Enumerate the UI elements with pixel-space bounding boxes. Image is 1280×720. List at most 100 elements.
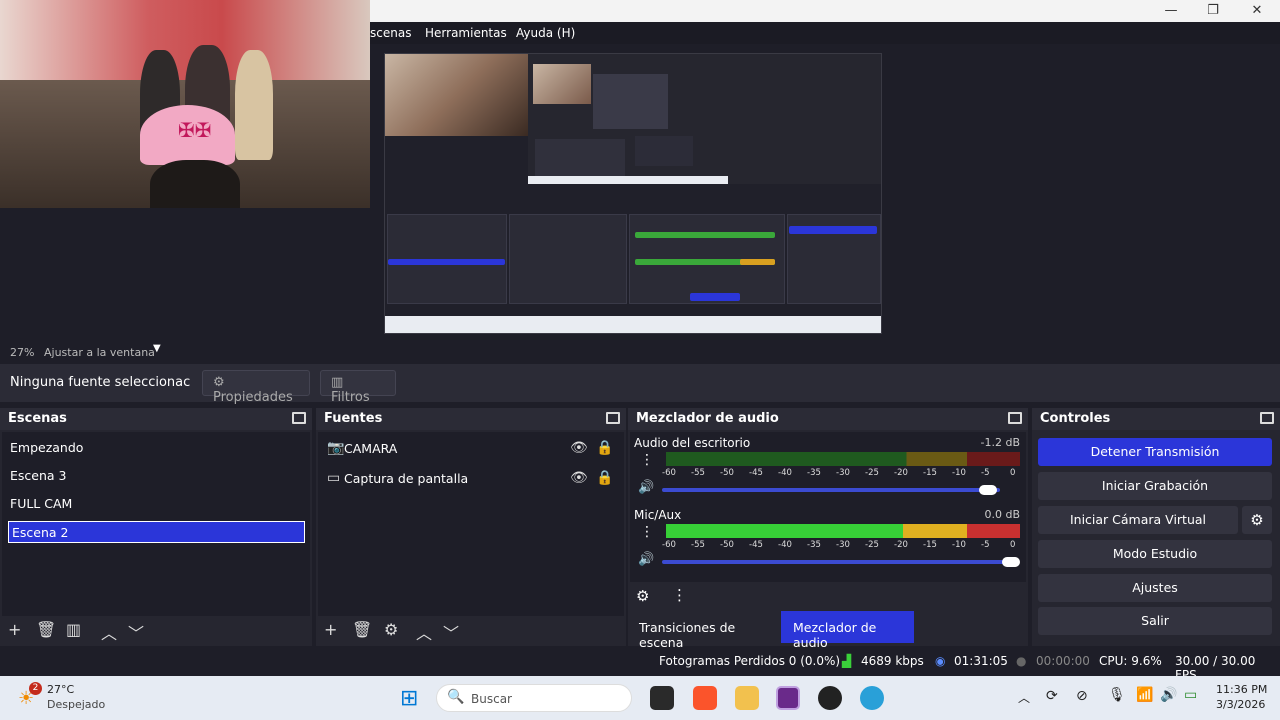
add-icon[interactable]: + <box>8 620 21 639</box>
chevron-down-icon[interactable]: ﹀ <box>443 620 459 644</box>
start-virtual-camera-button[interactable]: Iniciar Cámara Virtual <box>1038 506 1238 534</box>
channel-name: Audio del escritorio <box>634 436 751 450</box>
no-source-label: Ninguna fuente seleccionac <box>10 375 191 390</box>
record-icon: ● <box>1016 654 1027 668</box>
kebab-menu-icon[interactable]: ⋮ <box>672 586 687 604</box>
meter-tick-label: -55 <box>691 540 705 550</box>
meter-ticks: -60 -55 -50 -45 -40 -35 -30 -25 -20 -15 -10 -5 0 <box>662 540 1022 552</box>
sources-header: Fuentes <box>316 408 626 430</box>
meter-tick-label: -45 <box>749 540 763 550</box>
filter-icon[interactable]: ▥ <box>66 620 81 639</box>
eye-icon[interactable]: 👁 <box>570 440 588 456</box>
close-button[interactable]: ✕ <box>1242 2 1272 20</box>
meter-tick-label: -10 <box>952 540 966 550</box>
volume-icon[interactable]: 🔊 <box>1160 687 1177 703</box>
meter-tick-label: -15 <box>923 540 937 550</box>
exit-button[interactable]: Salir <box>1038 607 1272 635</box>
clock-time[interactable]: 11:36 PM <box>1216 683 1267 696</box>
chevron-up-icon[interactable]: ︿ <box>1018 689 1030 706</box>
obs-icon[interactable] <box>776 686 800 710</box>
channel-name: Mic/Aux <box>634 508 682 522</box>
network-off-icon[interactable]: ⊘ <box>1076 688 1088 704</box>
windows-start-icon[interactable]: ⊞ <box>400 686 418 711</box>
menu-help[interactable]: Ayuda (H) <box>516 26 575 40</box>
scene-item-selected[interactable]: Escena 2 <box>8 521 305 543</box>
properties-button[interactable]: ⚙ Propiedades <box>202 370 310 405</box>
meter-tick-label: -5 <box>981 540 990 550</box>
volume-slider[interactable] <box>662 560 1018 564</box>
kebab-menu-icon[interactable]: ⋮ <box>640 524 654 540</box>
volume-slider[interactable] <box>662 488 1000 492</box>
kebab-menu-icon[interactable]: ⋮ <box>640 452 654 468</box>
wifi-icon[interactable]: 📶 <box>1136 687 1153 703</box>
tab-audio-mixer[interactable]: Mezclador de audio <box>781 611 914 650</box>
signal-icon: ▟ <box>842 654 852 668</box>
webcam-overlay: ✠✠ <box>0 0 370 208</box>
speaker-icon[interactable]: 🔊 <box>638 552 654 567</box>
menu-tools[interactable]: Herramientas <box>425 26 507 40</box>
zoom-mode[interactable]: Ajustar a la ventana <box>44 346 155 359</box>
clock-date[interactable]: 3/3/2026 <box>1216 698 1265 711</box>
chevron-down-icon[interactable]: ▼ <box>153 343 161 354</box>
minimize-button[interactable]: — <box>1156 2 1186 20</box>
telegram-icon[interactable] <box>860 686 884 710</box>
sync-icon[interactable]: ⟳ <box>1046 688 1058 704</box>
source-item[interactable]: 📷 CAMARA 👁 🔒 <box>324 440 620 460</box>
popout-icon[interactable] <box>292 412 306 424</box>
studio-mode-button[interactable]: Modo Estudio <box>1038 540 1272 568</box>
scene-item[interactable]: Empezando <box>10 440 83 455</box>
battery-icon[interactable]: ▭ <box>1184 687 1197 703</box>
gear-icon[interactable]: ⚙ <box>1242 506 1272 534</box>
scenes-title: Escenas <box>8 411 67 426</box>
microphone-icon[interactable]: 🎙 <box>1108 687 1126 703</box>
start-recording-button[interactable]: Iniciar Grabación <box>1038 472 1272 500</box>
chevron-up-icon[interactable]: ︿ <box>416 620 432 644</box>
folder-icon[interactable] <box>735 686 759 710</box>
meter-tick-label: -45 <box>749 468 763 478</box>
scene-item[interactable]: Escena 3 <box>10 468 66 483</box>
meter-tick-label: -60 <box>662 468 676 478</box>
meter-tick-label: -60 <box>662 540 676 550</box>
meter-tick-label: -50 <box>720 540 734 550</box>
meter-tick-label: -30 <box>836 468 850 478</box>
lock-icon[interactable]: 🔒 <box>596 470 613 486</box>
trash-icon[interactable]: 🗑 <box>36 620 56 639</box>
volume-knob[interactable] <box>1002 557 1020 567</box>
app-icon[interactable] <box>818 686 842 710</box>
settings-button[interactable]: Ajustes <box>1038 574 1272 602</box>
volume-knob[interactable] <box>979 485 997 495</box>
tab-transitions[interactable]: Transiciones de escena <box>630 611 780 650</box>
popout-icon[interactable] <box>1008 412 1022 424</box>
popout-icon[interactable] <box>1260 412 1274 424</box>
meter-tick-label: -30 <box>836 540 850 550</box>
source-item[interactable]: ▭ Captura de pantalla 👁 🔒 <box>324 470 620 490</box>
menu-scenes[interactable]: scenas <box>370 26 411 40</box>
gear-icon[interactable]: ⚙ <box>636 587 649 605</box>
program-preview[interactable] <box>384 53 882 334</box>
maximize-button[interactable]: ❐ <box>1198 2 1228 20</box>
stop-stream-button[interactable]: Detener Transmisión <box>1038 438 1272 466</box>
eye-icon[interactable]: 👁 <box>570 470 588 486</box>
controls-title: Controles <box>1040 411 1111 426</box>
sources-title: Fuentes <box>324 411 383 426</box>
windows-taskbar: ☀ 2 27°C Despejado ⊞ 🔍 Buscar ︿ ⟳ ⊘ 🎙 📶 … <box>0 676 1280 720</box>
add-icon[interactable]: + <box>324 620 337 639</box>
gear-icon[interactable]: ⚙ <box>384 620 398 639</box>
brave-icon[interactable] <box>693 686 717 710</box>
audio-meter <box>666 524 1020 538</box>
stream-icon: ◉ <box>935 654 946 668</box>
popout-icon[interactable] <box>606 412 620 424</box>
scene-item[interactable]: FULL CAM <box>10 496 72 511</box>
chevron-up-icon[interactable]: ︿ <box>101 620 117 644</box>
taskbar-search[interactable]: 🔍 Buscar <box>436 684 632 712</box>
stream-time: 01:31:05 <box>954 654 1008 668</box>
taskview-icon[interactable] <box>650 686 674 710</box>
mixer-channels: Audio del escritorio -1.2 dB ⋮ -60 -55 -50… <box>630 432 1026 582</box>
weather-text: Despejado <box>47 698 106 711</box>
speaker-icon[interactable]: 🔊 <box>638 480 654 495</box>
trash-icon[interactable]: 🗑 <box>352 620 372 639</box>
chevron-down-icon[interactable]: ﹀ <box>128 620 144 644</box>
gear-icon: ⚙ <box>213 375 225 390</box>
filters-button[interactable]: ▥ Filtros <box>320 370 396 405</box>
lock-icon[interactable]: 🔒 <box>596 440 613 456</box>
